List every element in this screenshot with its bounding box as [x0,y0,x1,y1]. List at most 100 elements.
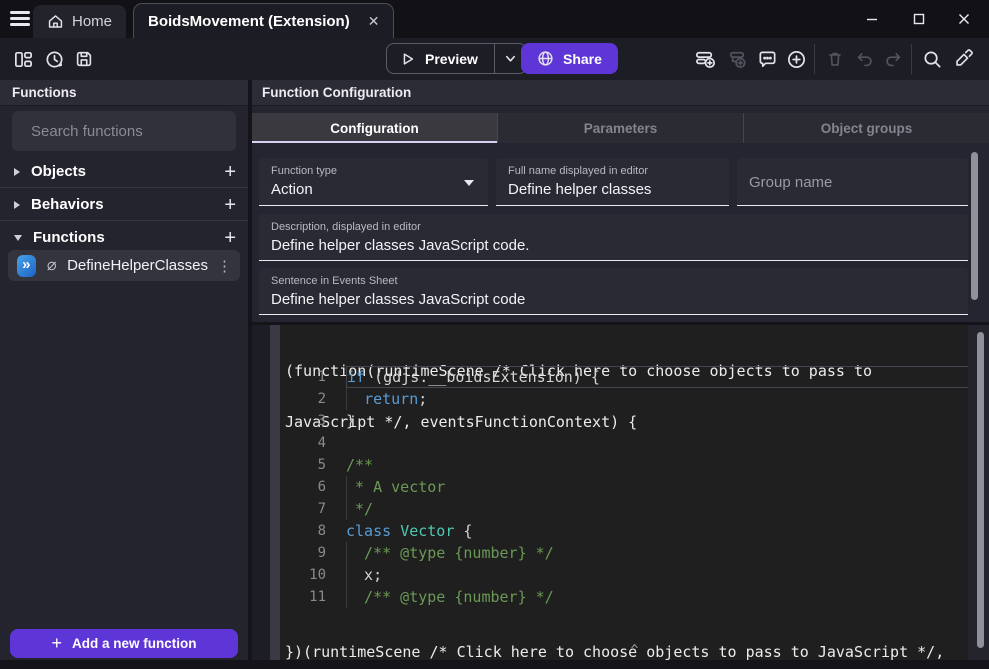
history-icon[interactable] [42,47,66,71]
add-new-function-button[interactable]: + Add a new function [10,629,238,658]
code-line-content[interactable]: * A vector [346,476,968,498]
search-functions-input[interactable] [31,123,230,140]
app-window: Home BoidsMovement (Extension) ✕ [0,0,989,669]
tab-parameters[interactable]: Parameters [498,113,744,143]
line-number: 1 [280,369,346,385]
tab-close-icon[interactable]: ✕ [368,13,380,30]
section-label: Behaviors [31,196,104,213]
code-line[interactable]: 9 /** @type {number} */ [280,542,968,564]
code-line[interactable]: 4 [280,432,968,454]
sidebar-section-objects[interactable]: Objects + [0,156,248,187]
delete-icon[interactable] [823,47,847,71]
tab-configuration[interactable]: Configuration [252,113,498,143]
title-bar: Home BoidsMovement (Extension) ✕ [0,0,989,38]
play-icon [400,51,416,67]
code-line[interactable]: 7 */ [280,498,968,520]
code-line-content[interactable]: class Vector { [346,520,968,542]
code-line-content[interactable]: return; [346,388,968,410]
full-name-field[interactable]: Full name displayed in editor Define hel… [496,158,729,206]
code-line-content[interactable] [346,432,968,454]
functions-sidebar: Functions Objects + Behaviors + Function… [0,80,248,660]
tab-boidsmovement[interactable]: BoidsMovement (Extension) ✕ [133,3,394,38]
line-number: 6 [280,479,346,495]
code-line[interactable]: 6 * A vector [280,476,968,498]
code-line-content[interactable]: x; [346,564,968,586]
code-line[interactable]: 11 /** @type {number} */ [280,586,968,608]
function-type-select[interactable]: Function type Action [259,158,488,206]
code-line-content[interactable]: /** @type {number} */ [346,542,968,564]
field-label: Sentence in Events Sheet [271,275,956,287]
sidebar-section-functions[interactable]: Functions + [0,222,248,253]
edit-extension-icon[interactable] [951,47,975,71]
redo-icon[interactable] [881,47,905,71]
search-functions-box[interactable] [12,111,236,151]
line-number: 8 [280,523,346,539]
code-line-content[interactable]: if (gdjs.__boidsExtension) { [346,366,968,388]
add-comment-icon[interactable] [755,47,779,71]
function-item-definehelperclasses[interactable]: » DefineHelperClasses ⋮ [8,250,240,281]
code-line[interactable]: 2 return; [280,388,968,410]
code-editor[interactable]: (function(runtimeScene /* Click here to … [280,325,989,660]
sentence-field[interactable]: Sentence in Events Sheet Define helper c… [259,268,968,315]
form-scrollbar-thumb[interactable] [971,152,978,300]
code-wrapper-footer: })(runtimeScene /* Click here to choose … [285,610,965,669]
line-number: 9 [280,545,346,561]
function-item-label: DefineHelperClasses [67,257,208,274]
field-value: Define helper classes JavaScript code [271,291,956,308]
line-number: 11 [280,589,346,605]
group-name-field[interactable] [737,158,968,206]
code-line-content[interactable]: */ [346,498,968,520]
code-lines[interactable]: 1if (gdjs.__boidsExtension) {2 return;3}… [280,366,968,608]
event-drag-handle[interactable] [270,325,280,660]
code-line[interactable]: 1if (gdjs.__boidsExtension) { [280,366,968,388]
line-number: 3 [280,413,346,429]
window-minimize-button[interactable] [849,0,895,38]
add-circle-icon[interactable] [784,47,808,71]
field-value: Define helper classes JavaScript code. [271,237,956,254]
save-icon[interactable] [72,47,96,71]
description-field[interactable]: Description, displayed in editor Define … [259,214,968,261]
search-icon[interactable] [920,47,944,71]
dropdown-arrow-icon [464,180,474,186]
window-close-button[interactable] [941,0,987,38]
add-subevent-icon[interactable] [725,47,749,71]
tab-home[interactable]: Home [33,5,126,38]
javascript-code-panel: (function(runtimeScene /* Click here to … [252,325,989,660]
kebab-menu-icon[interactable]: ⋮ [217,257,232,275]
toolbar: Preview Share [0,38,989,80]
tab-label: Parameters [584,121,658,136]
group-name-input[interactable] [749,174,956,197]
preview-button[interactable]: Preview [386,43,527,74]
share-label: Share [563,51,602,67]
chevron-right-icon [14,201,20,209]
code-line-content[interactable]: /** [346,454,968,476]
code-line[interactable]: 3} [280,410,968,432]
add-event-icon[interactable] [693,47,717,71]
visibility-off-icon [45,258,59,274]
field-value: Define helper classes [508,181,717,198]
code-line-content[interactable]: } [346,410,968,432]
line-number: 7 [280,501,346,517]
code-line-content[interactable]: /** @type {number} */ [346,586,968,608]
code-scrollbar-thumb[interactable] [977,332,984,648]
line-number: 2 [280,391,346,407]
editor-resize-handle[interactable]: ^ [631,643,639,658]
code-line[interactable]: 10 x; [280,564,968,586]
line-number: 4 [280,435,346,451]
window-maximize-button[interactable] [896,0,942,38]
main-menu-icon[interactable] [10,11,30,27]
chevron-right-icon [14,168,20,176]
project-manager-icon[interactable] [11,47,35,71]
add-behavior-button[interactable]: + [224,195,236,215]
chevron-down-icon [504,52,517,65]
line-number: 5 [280,457,346,473]
function-configuration-panel: Function Configuration Configuration Par… [252,80,989,322]
sidebar-section-behaviors[interactable]: Behaviors + [0,189,248,220]
undo-icon[interactable] [853,47,877,71]
tab-object-groups[interactable]: Object groups [744,113,989,143]
add-object-button[interactable]: + [224,162,236,182]
share-button[interactable]: Share [521,43,618,74]
code-line[interactable]: 5/** [280,454,968,476]
code-line[interactable]: 8class Vector { [280,520,968,542]
add-function-plus-button[interactable]: + [224,228,236,248]
